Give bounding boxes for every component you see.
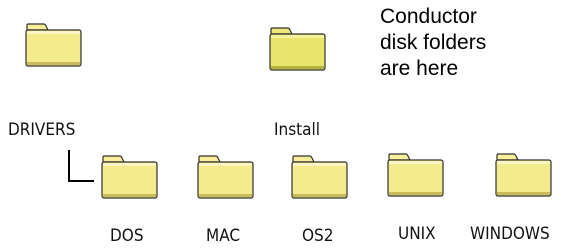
folder-icon bbox=[387, 153, 444, 197]
folder-unix[interactable]: UNIX bbox=[386, 152, 456, 247]
folder-icon bbox=[101, 155, 158, 199]
folder-drivers[interactable]: DRIVERS bbox=[8, 22, 114, 152]
folder-icon bbox=[269, 27, 326, 71]
folder-label: DRIVERS bbox=[8, 120, 76, 140]
tree-connector-horizontal bbox=[68, 180, 94, 182]
annotation-text: Conductor disk folders are here bbox=[380, 5, 487, 80]
folder-icon bbox=[197, 155, 254, 199]
folder-label: WINDOWS bbox=[470, 224, 550, 244]
folder-icon bbox=[291, 155, 348, 199]
folder-label: DOS bbox=[110, 226, 144, 246]
folder-dos[interactable]: DOS bbox=[100, 154, 170, 249]
folder-os2[interactable]: OS2 bbox=[290, 154, 360, 249]
folder-icon bbox=[495, 153, 552, 197]
folder-install[interactable]: Install bbox=[268, 26, 338, 140]
folder-icon bbox=[25, 23, 82, 67]
folder-label: Install bbox=[274, 120, 321, 140]
folder-label: MAC bbox=[206, 226, 241, 246]
folder-mac[interactable]: MAC bbox=[196, 154, 266, 249]
tree-connector-vertical bbox=[68, 150, 70, 182]
folder-windows[interactable]: WINDOWS bbox=[470, 152, 584, 247]
folder-label: UNIX bbox=[398, 224, 436, 244]
folder-label: OS2 bbox=[302, 226, 334, 246]
